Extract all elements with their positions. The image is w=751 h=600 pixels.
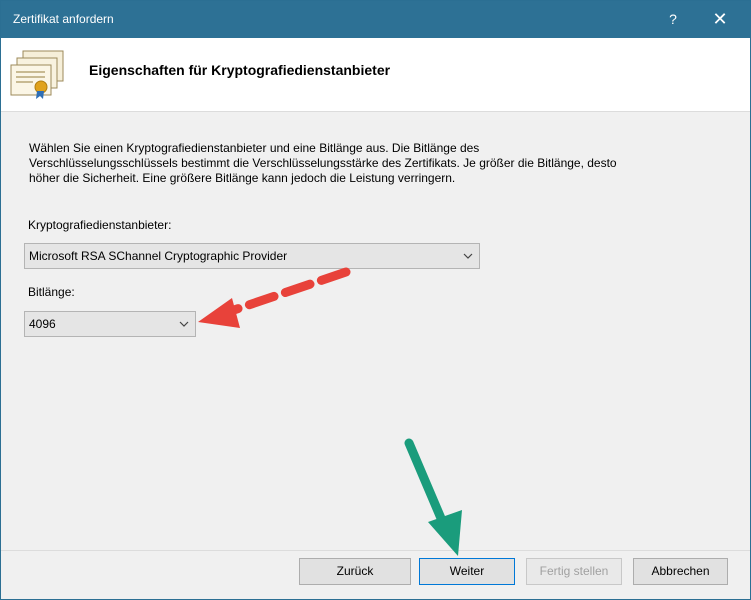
- help-button[interactable]: ?: [658, 5, 688, 33]
- wizard-header: Eigenschaften für Kryptografiedienstanbi…: [1, 38, 750, 112]
- provider-select[interactable]: Microsoft RSA SChannel Cryptographic Pro…: [24, 243, 480, 269]
- provider-select-value: Microsoft RSA SChannel Cryptographic Pro…: [29, 249, 288, 263]
- bitlength-label: Bitlänge:: [28, 285, 75, 299]
- chevron-down-icon: [463, 253, 473, 259]
- title-bar: Zertifikat anfordern ? ✕: [1, 1, 750, 38]
- bitlength-select-value: 4096: [29, 317, 56, 331]
- dialog-window: Zertifikat anfordern ? ✕ Eigenschaften f…: [0, 0, 751, 600]
- footer-divider: [1, 550, 750, 551]
- description-text: Wählen Sie einen Kryptografiedienstanbie…: [29, 141, 689, 186]
- description-line: höher die Sicherheit. Eine größere Bitlä…: [29, 171, 456, 185]
- cancel-button[interactable]: Abbrechen: [633, 558, 728, 585]
- page-title: Eigenschaften für Kryptografiedienstanbi…: [89, 62, 391, 78]
- finish-button[interactable]: Fertig stellen: [526, 558, 622, 585]
- close-button[interactable]: ✕: [700, 5, 740, 33]
- description-line: Wählen Sie einen Kryptografiedienstanbie…: [29, 141, 480, 155]
- chevron-down-icon: [179, 321, 189, 327]
- bitlength-select[interactable]: 4096: [24, 311, 196, 337]
- back-button[interactable]: Zurück: [299, 558, 411, 585]
- next-button[interactable]: Weiter: [419, 558, 515, 585]
- wizard-content: Wählen Sie einen Kryptografiedienstanbie…: [1, 112, 750, 549]
- provider-label: Kryptografiedienstanbieter:: [28, 218, 172, 232]
- certificate-icon: [10, 50, 64, 99]
- window-title: Zertifikat anfordern: [13, 12, 114, 26]
- description-line: Verschlüsselungsschlüssels bestimmt die …: [29, 156, 617, 170]
